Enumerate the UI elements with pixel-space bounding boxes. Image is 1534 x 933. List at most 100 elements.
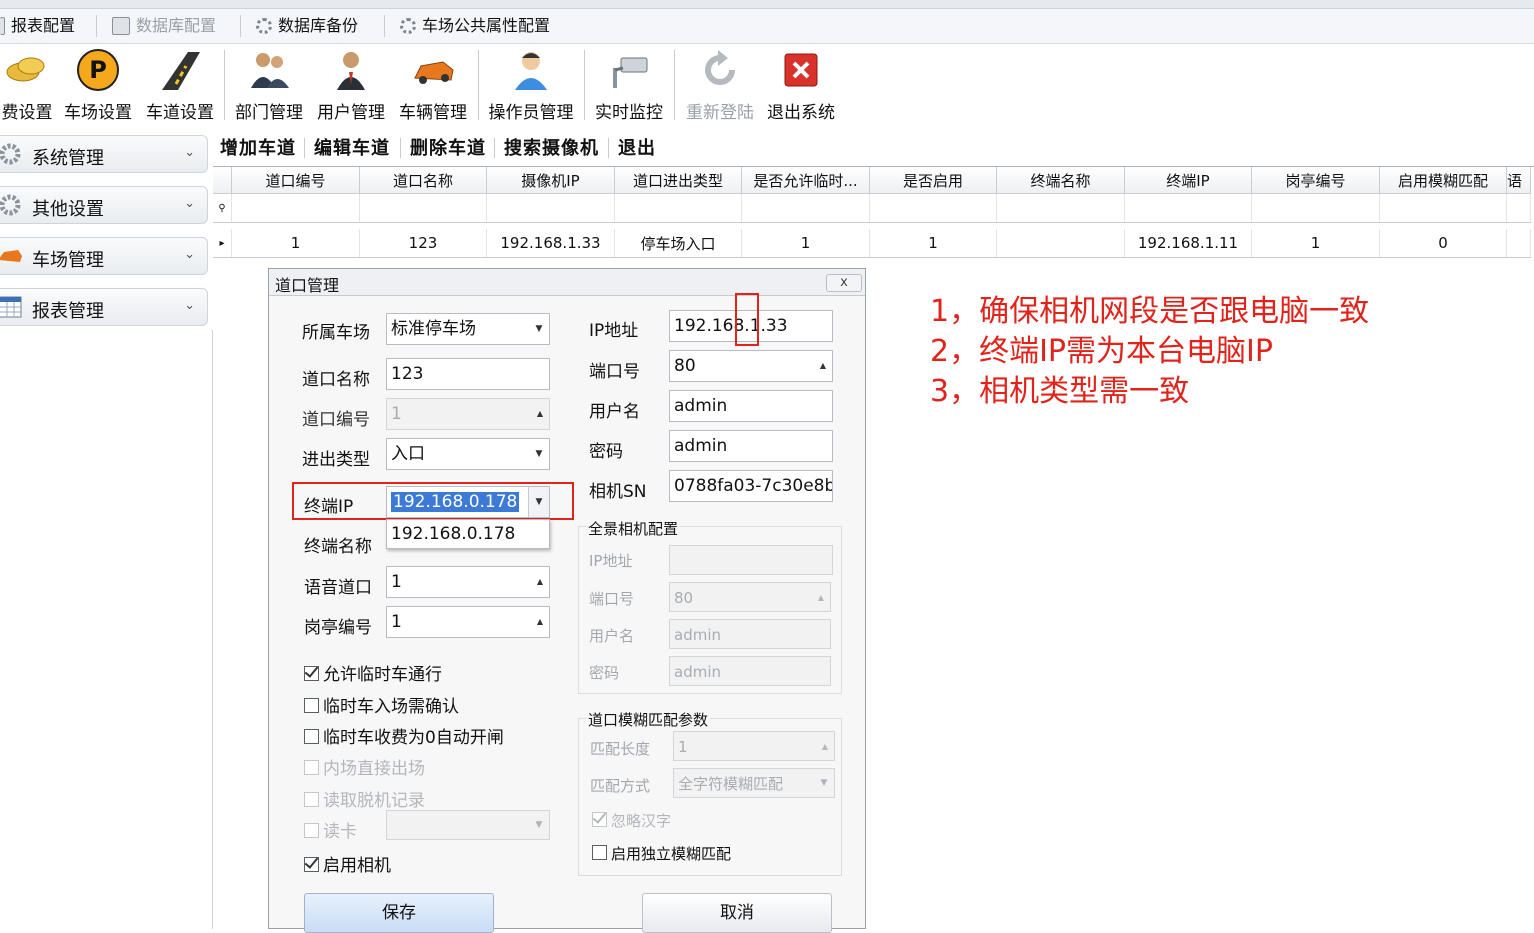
dialog-close-button[interactable]: x xyxy=(826,274,862,292)
table-cell[interactable]: 192.168.1.33 xyxy=(486,229,615,258)
panorama-group-title: 全景相机配置 xyxy=(586,518,681,539)
table-cell[interactable] xyxy=(1506,229,1531,258)
vehicle-mgmt-button[interactable]: 车辆管理 xyxy=(396,48,470,126)
toolbar-separator xyxy=(674,50,675,120)
fee-settings-label: 费设置 xyxy=(1,103,53,123)
realtime-monitor-button[interactable]: 实时监控 xyxy=(592,48,666,126)
lane-name-label: 道口名称 xyxy=(302,370,370,390)
independent-fuzzy-checkbox[interactable]: 启用独立模糊匹配 xyxy=(592,843,731,864)
stepper-arrows-icon[interactable]: ▲▼ xyxy=(531,607,549,637)
column-header[interactable]: 道口编号 xyxy=(231,167,360,194)
vehicle-mgmt-label: 车辆管理 xyxy=(399,103,467,123)
table-cell[interactable]: 1 xyxy=(231,229,360,258)
close-icon xyxy=(779,48,823,92)
column-header[interactable]: 道口名称 xyxy=(359,167,487,194)
operator-mgmt-label: 操作员管理 xyxy=(488,103,574,123)
camera-pwd-input[interactable]: admin xyxy=(669,430,833,462)
column-header[interactable]: 终端IP xyxy=(1124,167,1252,194)
operator-mgmt-button[interactable]: 操作员管理 xyxy=(485,48,577,126)
fee-settings-button[interactable]: 费设置 xyxy=(0,48,54,126)
table-cell[interactable]: 123 xyxy=(359,229,487,258)
filter-row[interactable]: ⚲ xyxy=(213,193,1531,223)
delete-lane-button[interactable]: 删除车道 xyxy=(410,134,486,160)
table-cell[interactable]: 192.168.1.11 xyxy=(1124,229,1252,258)
add-lane-button[interactable]: 增加车道 xyxy=(220,134,296,160)
terminal-ip-dropdown-option[interactable]: 192.168.0.178 xyxy=(386,519,550,549)
top-menu-bar xyxy=(0,9,1534,44)
sidebar-item-reports[interactable]: 报表管理 ⌄ xyxy=(0,288,208,326)
gear-icon xyxy=(256,18,272,34)
sidebar-item-system[interactable]: 系统管理 ⌄ xyxy=(0,135,208,173)
column-header[interactable]: 道口进出类型 xyxy=(614,167,742,194)
parking-lot-select[interactable]: 标准停车场 ▼ xyxy=(386,313,550,345)
search-camera-button[interactable]: 搜索摄像机 xyxy=(504,134,599,160)
table-header-row: 道口编号 道口名称 摄像机IP 道口进出类型 是否允许临时... 是否启用 终端… xyxy=(213,167,1531,194)
stepper-arrows-icon[interactable]: ▲▼ xyxy=(814,351,832,381)
camera-port-stepper[interactable]: 80 ▲▼ xyxy=(669,350,833,382)
table-row[interactable]: ▸ 1 123 192.168.1.33 停车场入口 1 1 192.168.1… xyxy=(213,229,1531,258)
lane-name-input[interactable]: 123 xyxy=(386,358,550,390)
enable-camera-checkbox[interactable]: 启用相机 xyxy=(304,851,391,876)
menu-lot-public-attr-label: 车场公共属性配置 xyxy=(422,16,551,35)
column-header[interactable]: 启用模糊匹配 xyxy=(1379,167,1507,194)
camera-ip-label: IP地址 xyxy=(589,321,639,341)
camera-user-label: 用户名 xyxy=(589,402,640,422)
checkbox-icon xyxy=(592,845,607,860)
booth-no-stepper[interactable]: 1 ▲▼ xyxy=(386,606,550,638)
save-button[interactable]: 保存 xyxy=(304,893,494,933)
camera-ip-highlight xyxy=(735,293,759,346)
lot-settings-button[interactable]: P 车场设置 xyxy=(62,48,134,126)
table-cell[interactable]: 停车场入口 xyxy=(614,229,742,258)
checkbox-icon xyxy=(304,792,319,807)
camera-sn-input[interactable]: 0788fa03-7c30e8b xyxy=(669,470,833,502)
match-len-label: 匹配长度 xyxy=(590,740,651,758)
sidebar-item-parking[interactable]: 车场管理 ⌄ xyxy=(0,237,208,275)
menu-db-backup[interactable]: 数据库备份 xyxy=(256,9,358,43)
column-header[interactable]: 是否启用 xyxy=(869,167,997,194)
edit-lane-button[interactable]: 编辑车道 xyxy=(314,134,390,160)
svg-text:P: P xyxy=(89,56,107,84)
dialog-title-bar[interactable]: 道口管理 xyxy=(269,269,865,296)
temp-confirm-label: 临时车入场需确认 xyxy=(323,697,459,717)
chevron-down-icon: ⌄ xyxy=(184,145,195,160)
cancel-button[interactable]: 取消 xyxy=(642,893,832,933)
table-cell[interactable]: 0 xyxy=(1379,229,1507,258)
dept-mgmt-button[interactable]: 部门管理 xyxy=(233,48,305,126)
user-mgmt-button[interactable]: 用户管理 xyxy=(314,48,388,126)
dropdown-arrow-icon: ▼ xyxy=(535,449,543,459)
column-header[interactable]: 摄像机IP xyxy=(486,167,615,194)
column-header[interactable]: 终端名称 xyxy=(996,167,1125,194)
temp-zero-open-label: 临时车收费为0自动开闸 xyxy=(323,728,504,748)
camera-user-input[interactable]: admin xyxy=(669,390,833,422)
menu-db-config[interactable]: 数据库配置 xyxy=(112,9,216,43)
column-header[interactable]: 是否允许临时... xyxy=(741,167,870,194)
exit-system-button[interactable]: 退出系统 xyxy=(764,48,838,126)
relogin-button[interactable]: 重新登陆 xyxy=(682,48,758,126)
voice-lane-stepper[interactable]: 1 ▲▼ xyxy=(386,566,550,598)
table-cell[interactable]: 1 xyxy=(1251,229,1380,258)
chevron-down-icon: ⌄ xyxy=(184,298,195,313)
allow-temp-checkbox[interactable]: 允许临时车通行 xyxy=(304,660,442,685)
lane-settings-button[interactable]: 车道设置 xyxy=(143,48,217,126)
gear-icon xyxy=(0,193,22,217)
temp-zero-open-checkbox[interactable]: 临时车收费为0自动开闸 xyxy=(304,723,504,748)
column-header[interactable]: 岗亭编号 xyxy=(1251,167,1380,194)
table-cell[interactable]: 1 xyxy=(741,229,870,258)
table-cell[interactable]: 1 xyxy=(869,229,997,258)
table-icon xyxy=(0,295,22,319)
menu-separator xyxy=(384,15,385,37)
user-mgmt-label: 用户管理 xyxy=(317,103,385,123)
checkbox-checked-icon xyxy=(304,857,319,872)
table-cell[interactable] xyxy=(996,229,1125,258)
fuzzy-match-group-title: 道口模糊匹配参数 xyxy=(586,709,711,730)
pano-pwd-label: 密码 xyxy=(589,664,620,682)
menu-report-config[interactable]: 报表配置 xyxy=(0,9,75,43)
stepper-arrows-icon[interactable]: ▲▼ xyxy=(531,567,549,597)
temp-confirm-checkbox[interactable]: 临时车入场需确认 xyxy=(304,692,459,717)
column-header[interactable]: 语 xyxy=(1506,167,1531,194)
grid-exit-button[interactable]: 退出 xyxy=(618,134,656,160)
menu-lot-public-attr[interactable]: 车场公共属性配置 xyxy=(400,9,550,43)
sidebar-item-other[interactable]: 其他设置 ⌄ xyxy=(0,186,208,224)
io-type-select[interactable]: 入口 ▼ xyxy=(386,438,550,470)
match-mode-label: 匹配方式 xyxy=(590,777,651,795)
